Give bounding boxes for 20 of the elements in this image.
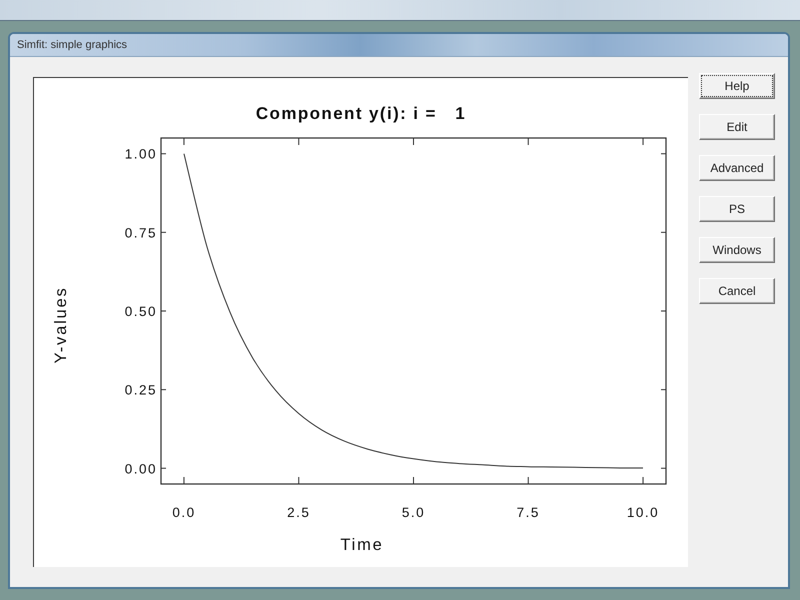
y-tick-label: 0.00: [124, 461, 157, 476]
dialog-button[interactable]: PS: [699, 196, 775, 222]
chart-title: Component y(i): i = 1: [256, 104, 466, 123]
dialog-button[interactable]: Advanced: [699, 155, 775, 181]
x-tick-label: 7.5: [516, 505, 540, 520]
y-tick-label: 1.00: [124, 146, 157, 162]
dialog-button[interactable]: Help: [699, 73, 775, 99]
dialog-button[interactable]: Edit: [699, 114, 775, 140]
dialog-button[interactable]: Windows: [699, 237, 775, 263]
x-tick-label: 5.0: [402, 505, 426, 520]
dialog-button[interactable]: Cancel: [699, 278, 775, 304]
x-axis-label: Time: [340, 536, 384, 554]
y-tick-label: 0.25: [124, 382, 157, 398]
window-title: Simfit: simple graphics: [17, 39, 128, 51]
y-tick-label: 0.75: [124, 225, 157, 240]
x-tick-label: 2.5: [287, 505, 310, 520]
x-tick-label: 10.0: [626, 505, 660, 520]
y-tick-label: 0.50: [124, 304, 157, 319]
y-axis-label: Y-values: [52, 286, 70, 364]
x-tick-label: 0.0: [172, 505, 196, 520]
